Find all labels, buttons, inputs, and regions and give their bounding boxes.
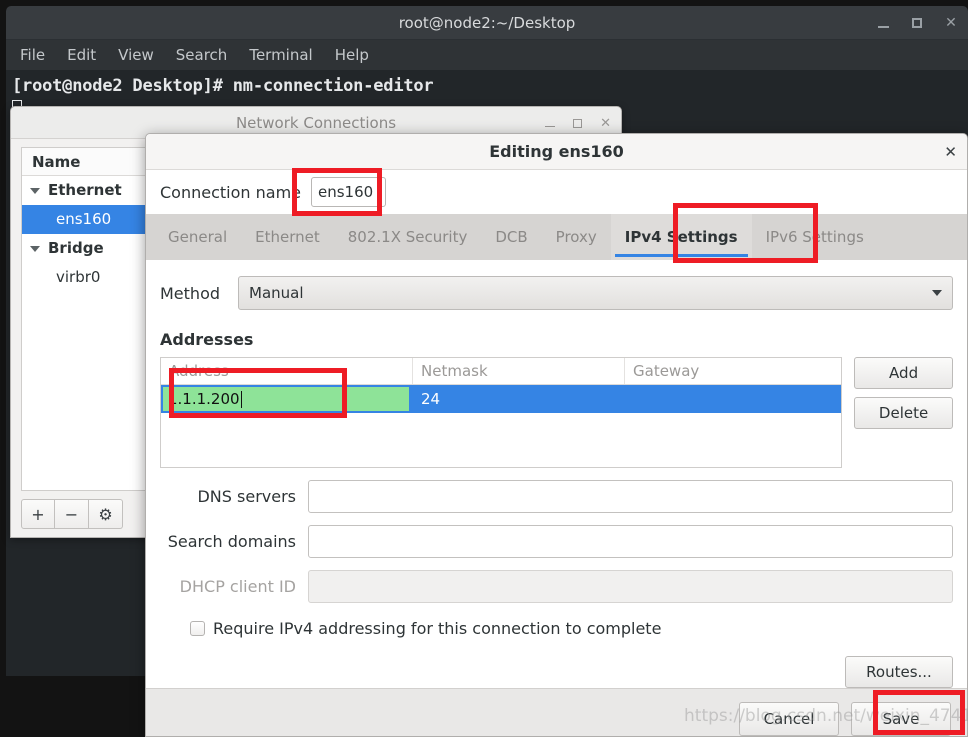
connection-name-input[interactable]: ens160 [311, 177, 386, 207]
table-row[interactable]: 1.1.1.200 24 [161, 385, 842, 413]
tab-proxy[interactable]: Proxy [542, 214, 611, 260]
minimize-icon[interactable] [545, 119, 556, 128]
close-icon[interactable]: ✕ [600, 116, 611, 131]
connection-name-label: Connection name [160, 182, 301, 202]
list-item-label: Bridge [48, 239, 104, 257]
list-item-label: ens160 [56, 210, 112, 228]
menu-terminal[interactable]: Terminal [249, 46, 312, 64]
close-icon[interactable]: ✕ [944, 134, 957, 170]
menu-help[interactable]: Help [335, 46, 369, 64]
screen: root@node2:~/Desktop ✕ File Edit View Se… [0, 0, 968, 737]
addresses-area: Address Netmask Gateway 1.1.1.200 24 Add [160, 357, 953, 468]
column-header-netmask: Netmask [413, 358, 625, 384]
minimize-icon[interactable] [874, 14, 892, 32]
column-header-gateway: Gateway [633, 362, 700, 380]
menu-edit[interactable]: Edit [67, 46, 96, 64]
tab-ipv6-settings[interactable]: IPv6 Settings [752, 214, 878, 260]
address-cell-input[interactable]: 1.1.1.200 [161, 385, 411, 413]
chevron-down-icon[interactable] [30, 187, 40, 194]
netmask-cell-value[interactable]: 24 [413, 385, 440, 413]
method-dropdown[interactable]: Manual [238, 276, 953, 310]
addresses-label: Addresses [160, 330, 254, 349]
terminal-menubar: File Edit View Search Terminal Help [6, 40, 968, 70]
dhcp-client-id-row: DHCP client ID [160, 570, 953, 603]
dns-servers-row: DNS servers [160, 480, 953, 513]
routes-button[interactable]: Routes... [845, 656, 953, 688]
dhcp-client-id-input [308, 570, 953, 603]
tab-general[interactable]: General [154, 214, 241, 260]
search-domains-row: Search domains [160, 525, 953, 558]
dns-servers-label: DNS servers [197, 487, 296, 506]
tab-8021x-security[interactable]: 802.1X Security [334, 214, 482, 260]
watermark: https://blog.csdn.net/weixin_47419913 [684, 706, 968, 726]
minus-icon: − [64, 504, 79, 524]
dns-servers-input[interactable] [308, 480, 953, 513]
tab-dcb[interactable]: DCB [481, 214, 541, 260]
list-item-label: Ethernet [48, 181, 122, 199]
address-table[interactable]: Address Netmask Gateway 1.1.1.200 24 [160, 357, 843, 468]
tab-ethernet[interactable]: Ethernet [241, 214, 334, 260]
address-cell-value: 1.1.1.200 [168, 390, 240, 408]
terminal-title: root@node2:~/Desktop [398, 14, 576, 32]
method-row: Method Manual [160, 276, 953, 310]
close-icon[interactable]: ✕ [942, 14, 960, 32]
terminal-titlebar: root@node2:~/Desktop ✕ [6, 6, 968, 40]
routes-row: Routes... [160, 656, 953, 688]
terminal-window-buttons: ✕ [874, 6, 960, 40]
edit-connection-button[interactable]: ⚙ [89, 499, 123, 529]
gear-icon: ⚙ [98, 504, 113, 524]
require-ipv4-label: Require IPv4 addressing for this connect… [213, 619, 662, 638]
require-ipv4-checkbox[interactable] [190, 621, 205, 636]
ipv4-settings-panel: Method Manual Addresses Address Netmask … [146, 260, 967, 688]
dialog-title: Editing ens160 [489, 142, 624, 161]
delete-address-button[interactable]: Delete [854, 397, 953, 429]
menu-file[interactable]: File [20, 46, 45, 64]
chevron-down-icon [932, 290, 942, 296]
list-item-label: virbr0 [56, 268, 101, 286]
address-table-buttons: Add Delete [854, 357, 953, 429]
column-header-address: Address [161, 358, 413, 384]
maximize-icon[interactable] [573, 118, 583, 128]
menu-search[interactable]: Search [176, 46, 228, 64]
dialog-titlebar: Editing ens160 ✕ [146, 134, 967, 170]
method-selected-value: Manual [249, 284, 304, 302]
connection-name-row: Connection name ens160 [146, 170, 967, 214]
method-label: Method [160, 283, 221, 303]
search-domains-input[interactable] [308, 525, 953, 558]
plus-icon: + [31, 504, 45, 524]
terminal-prompt-line: [root@node2 Desktop]# nm-connection-edit… [12, 76, 434, 96]
maximize-icon[interactable] [908, 14, 926, 32]
search-domains-label: Search domains [167, 532, 296, 551]
tab-ipv4-settings[interactable]: IPv4 Settings [610, 214, 752, 260]
editing-connection-dialog: Editing ens160 ✕ Connection name ens160 … [145, 133, 968, 737]
text-cursor [240, 390, 242, 408]
require-ipv4-row[interactable]: Require IPv4 addressing for this connect… [160, 619, 953, 638]
add-connection-button[interactable]: + [21, 499, 55, 529]
chevron-down-icon[interactable] [30, 245, 40, 252]
settings-tabbar: General Ethernet 802.1X Security DCB Pro… [146, 214, 967, 260]
remove-connection-button[interactable]: − [55, 499, 89, 529]
add-address-button[interactable]: Add [854, 357, 953, 389]
menu-view[interactable]: View [118, 46, 154, 64]
address-table-header: Address Netmask Gateway [161, 358, 842, 385]
dhcp-client-id-label: DHCP client ID [179, 577, 296, 596]
